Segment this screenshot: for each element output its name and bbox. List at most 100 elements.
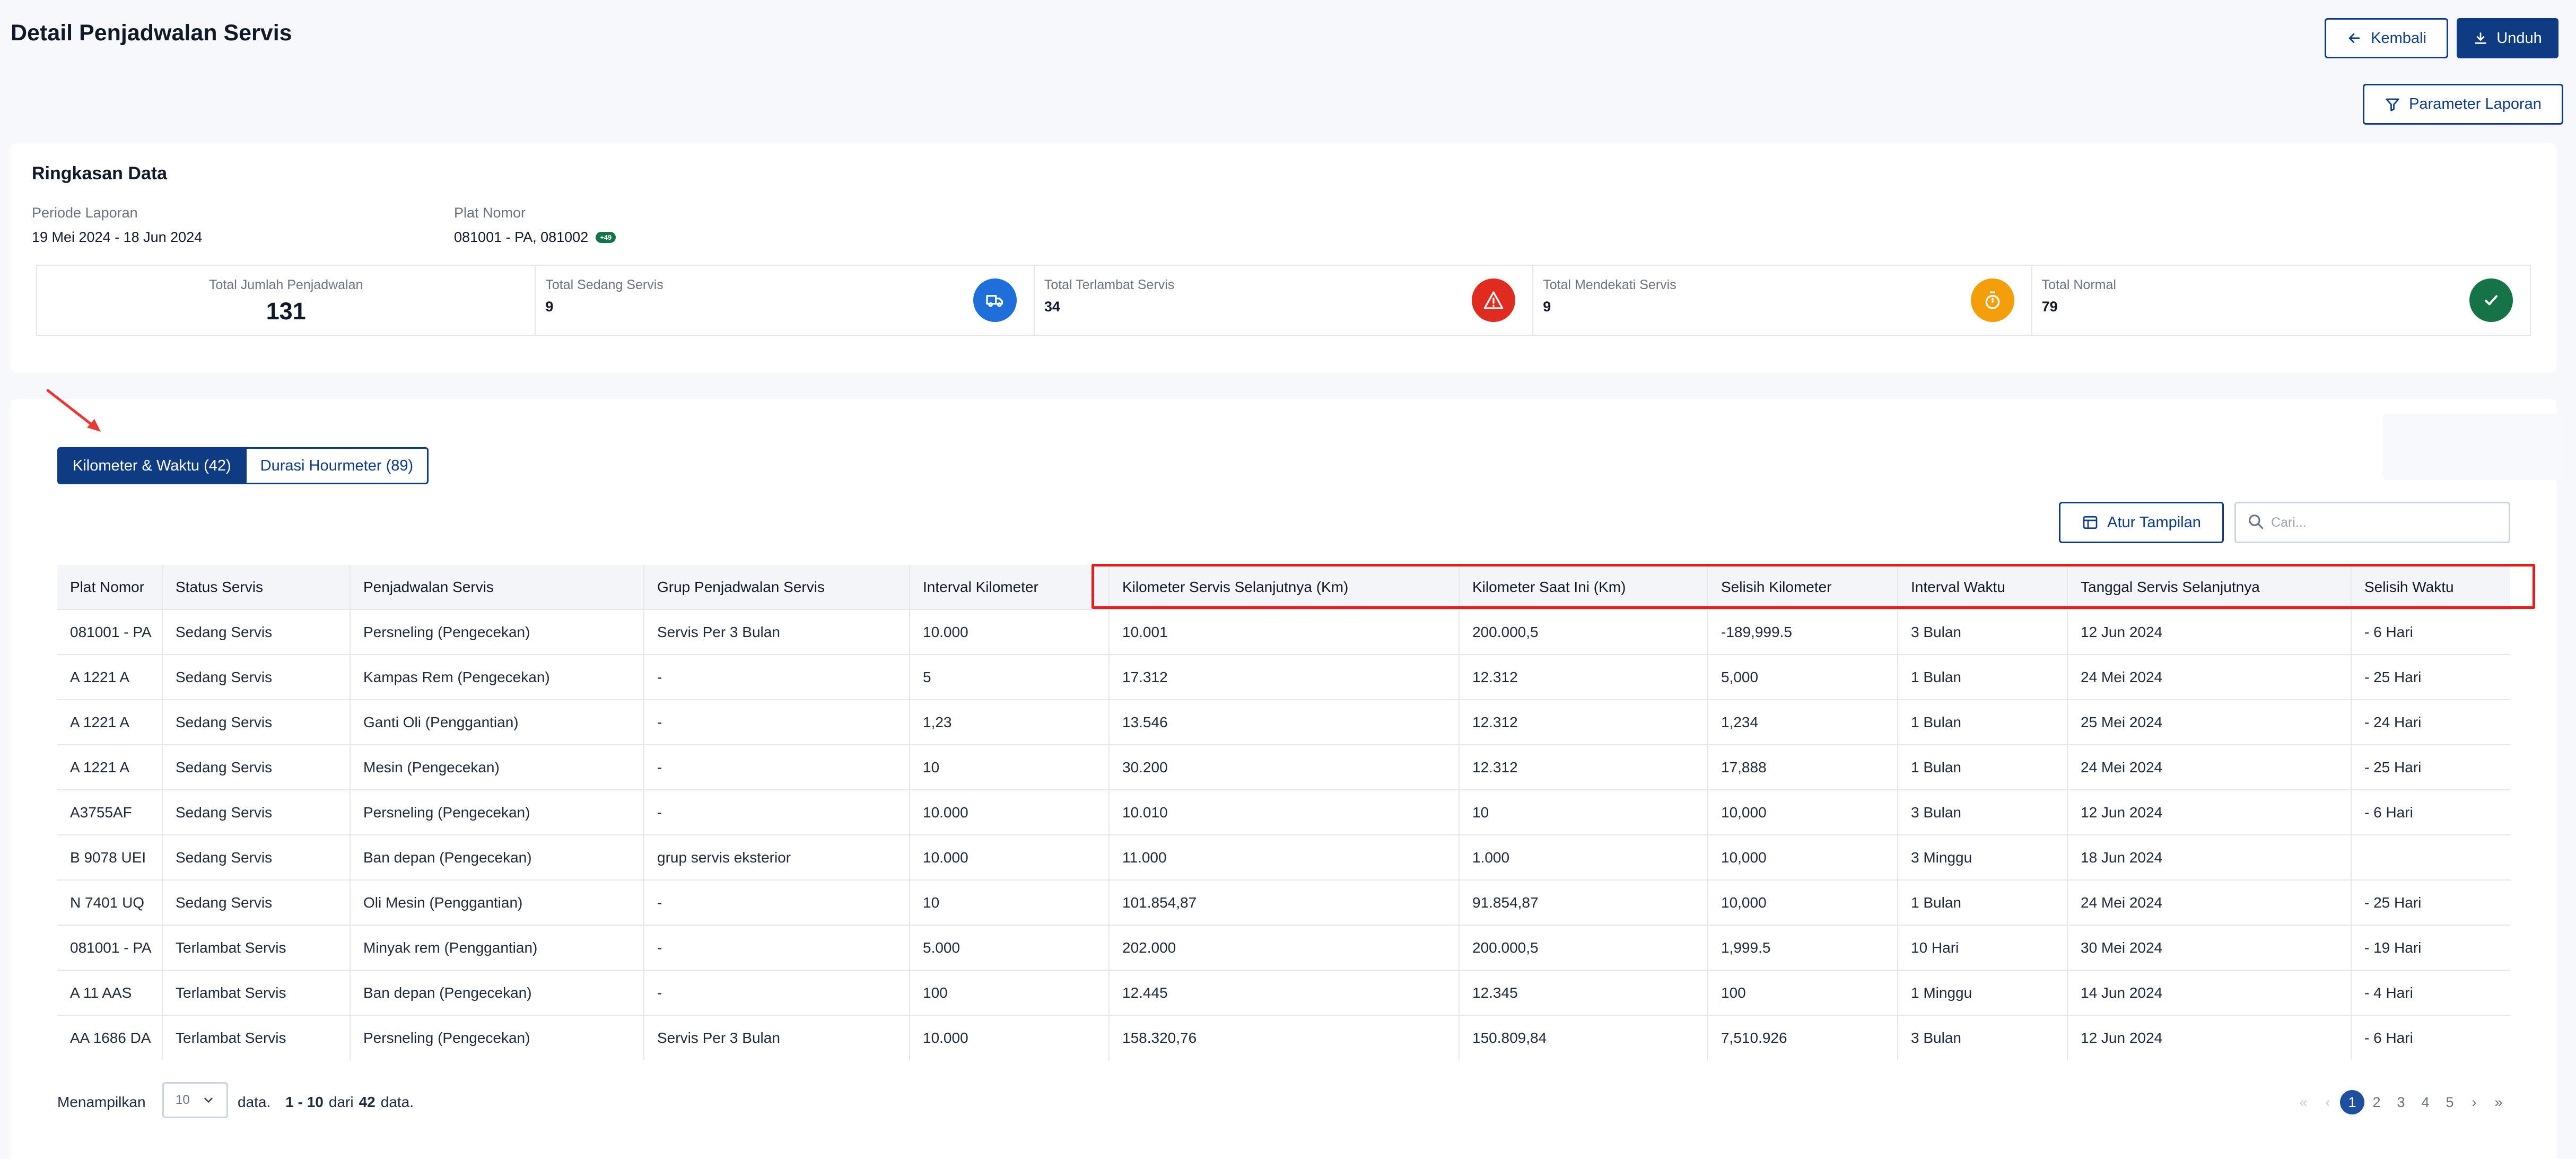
- page-5-button[interactable]: 5: [2438, 1090, 2462, 1114]
- table-cell: Servis Per 3 Bulan: [644, 609, 910, 655]
- report-parameter-button[interactable]: Parameter Laporan: [2363, 84, 2563, 125]
- prev-page-button[interactable]: ‹: [2316, 1090, 2340, 1114]
- plate-value-row: 081001 - PA, 081002 +49: [454, 229, 616, 246]
- table-cell: 1.000: [1459, 834, 1708, 880]
- stat-total-schedule: Total Jumlah Penjadwalan 131: [37, 266, 536, 335]
- blank-panel: [2382, 414, 2563, 480]
- showing-label: Menampilkan: [57, 1094, 146, 1110]
- page-2-button[interactable]: 2: [2364, 1090, 2389, 1114]
- stats-row: Total Jumlah Penjadwalan 131 Total Sedan…: [36, 265, 2531, 336]
- col-plate-number[interactable]: Plat Nomor: [57, 565, 163, 609]
- table-cell: N 7401 UQ: [57, 879, 163, 925]
- table-cell: A3755AF: [57, 789, 163, 835]
- table-cell: 1,23: [910, 699, 1110, 745]
- table-row[interactable]: A 1221 A Sedang Servis Ganti Oli (Penggant…: [57, 699, 2510, 745]
- stat-normal: Total Normal 79: [2032, 266, 2530, 335]
- table-cell: Sedang Servis: [162, 834, 351, 880]
- next-page-button[interactable]: ›: [2462, 1090, 2486, 1114]
- table-cell: -: [644, 699, 910, 745]
- col-km-interval[interactable]: Interval Kilometer: [910, 565, 1110, 609]
- table-cell: - 6 Hari: [2351, 1015, 2510, 1060]
- total-value: 42: [359, 1094, 376, 1110]
- table-row[interactable]: 081001 - PA Sedang Servis Persneling (Peng…: [57, 609, 2510, 655]
- table-cell: 10,000: [1708, 879, 1898, 925]
- download-button[interactable]: Unduh: [2457, 18, 2558, 58]
- table-cell: 24 Mei 2024: [2067, 744, 2352, 790]
- table-cell: -: [644, 879, 910, 925]
- table-cell: 24 Mei 2024: [2067, 879, 2352, 925]
- page-3-button[interactable]: 3: [2389, 1090, 2413, 1114]
- table-row[interactable]: B 9078 UEI Sedang Servis Ban depan (Pengec…: [57, 834, 2510, 880]
- table-cell: -: [644, 654, 910, 700]
- table-cell: Minyak rem (Penggantian): [350, 925, 644, 970]
- table-cell: Oli Mesin (Penggantian): [350, 879, 644, 925]
- report-parameter-label: Parameter Laporan: [2409, 95, 2542, 112]
- table-cell: -: [644, 925, 910, 970]
- table-row[interactable]: 081001 - PA Terlambat Servis Minyak rem (P…: [57, 925, 2510, 970]
- arrow-left-icon: [2348, 33, 2360, 43]
- table-cell: 91.854,87: [1459, 879, 1708, 925]
- table-row[interactable]: A 11 AAS Terlambat Servis Ban depan (Penge…: [57, 970, 2510, 1015]
- table-row[interactable]: A3755AF Sedang Servis Persneling (Pengecek…: [57, 789, 2510, 835]
- per-page-select[interactable]: 10: [162, 1082, 228, 1118]
- table-cell: 1 Bulan: [1898, 699, 2068, 745]
- table-row[interactable]: N 7401 UQ Sedang Servis Oli Mesin (Penggan…: [57, 879, 2510, 925]
- table-cell: 3 Minggu: [1898, 834, 2068, 880]
- stat-late-service: Total Terlambat Servis 34: [1035, 266, 1534, 335]
- table-cell: 101.854,87: [1109, 879, 1460, 925]
- table-cell: 13.546: [1109, 699, 1460, 745]
- page-title: Detail Penjadwalan Servis: [11, 20, 292, 46]
- table-row[interactable]: A 1221 A Sedang Servis Mesin (Pengecekan) -…: [57, 744, 2510, 790]
- service-schedule-table: Plat Nomor Status Servis Penjadwalan Ser…: [57, 565, 2510, 1060]
- table-cell: 10.000: [910, 1015, 1110, 1060]
- layout-settings-button[interactable]: Atur Tampilan: [2059, 502, 2224, 543]
- table-row[interactable]: A 1221 A Sedang Servis Kampas Rem (Pengece…: [57, 654, 2510, 700]
- table-cell: [2351, 834, 2510, 880]
- tab-hourmeter-duration[interactable]: Durasi Hourmeter (89): [244, 449, 427, 483]
- table-cell: A 1221 A: [57, 654, 163, 700]
- highlight-box: [1091, 564, 2535, 609]
- plate-more-badge[interactable]: +49: [596, 232, 616, 243]
- table-cell: 100: [1708, 970, 1898, 1015]
- table-cell: - 25 Hari: [2351, 744, 2510, 790]
- stat-label: Total Mendekati Servis: [1543, 277, 1676, 292]
- table-cell: A 1221 A: [57, 699, 163, 745]
- table-cell: 200.000,5: [1459, 925, 1708, 970]
- table-cell: Ban depan (Pengecekan): [350, 970, 644, 1015]
- per-page-value: 10: [176, 1093, 190, 1107]
- table-cell: 17,888: [1708, 744, 1898, 790]
- last-page-button[interactable]: »: [2486, 1090, 2511, 1114]
- table-cell: 10.010: [1109, 789, 1460, 835]
- table-cell: - 19 Hari: [2351, 925, 2510, 970]
- table-cell: - 6 Hari: [2351, 609, 2510, 655]
- table-cell: 081001 - PA: [57, 925, 163, 970]
- table-cell: 10.000: [910, 609, 1110, 655]
- data-label: data.: [238, 1094, 271, 1110]
- search-icon: [2249, 515, 2264, 529]
- page-1-button[interactable]: 1: [2340, 1090, 2364, 1114]
- col-service-schedule[interactable]: Penjadwalan Servis: [350, 565, 644, 609]
- table-cell: -: [644, 789, 910, 835]
- table-cell: 12 Jun 2024: [2067, 609, 2352, 655]
- table-cell: 1 Bulan: [1898, 654, 2068, 700]
- search-input[interactable]: [2234, 502, 2510, 543]
- table-cell: Sedang Servis: [162, 879, 351, 925]
- table-cell: 30 Mei 2024: [2067, 925, 2352, 970]
- check-icon: [2469, 278, 2513, 322]
- table-cell: 25 Mei 2024: [2067, 699, 2352, 745]
- col-service-status[interactable]: Status Servis: [162, 565, 351, 609]
- table-cell: 10: [910, 879, 1110, 925]
- back-button[interactable]: Kembali: [2325, 18, 2448, 58]
- table-cell: grup servis eksterior: [644, 834, 910, 880]
- first-page-button[interactable]: «: [2291, 1090, 2316, 1114]
- table-cell: 3 Bulan: [1898, 609, 2068, 655]
- page-4-button[interactable]: 4: [2413, 1090, 2438, 1114]
- table-cell: 7,510.926: [1708, 1015, 1898, 1060]
- table-row[interactable]: AA 1686 DA Terlambat Servis Persneling (Pe…: [57, 1015, 2510, 1060]
- table-cell: Sedang Servis: [162, 654, 351, 700]
- col-schedule-group[interactable]: Grup Penjadwalan Servis: [644, 565, 910, 609]
- tab-kilometer-time[interactable]: Kilometer & Waktu (42): [59, 449, 245, 483]
- table-cell: Ban depan (Pengecekan): [350, 834, 644, 880]
- back-label: Kembali: [2371, 29, 2426, 47]
- table-cell: A 11 AAS: [57, 970, 163, 1015]
